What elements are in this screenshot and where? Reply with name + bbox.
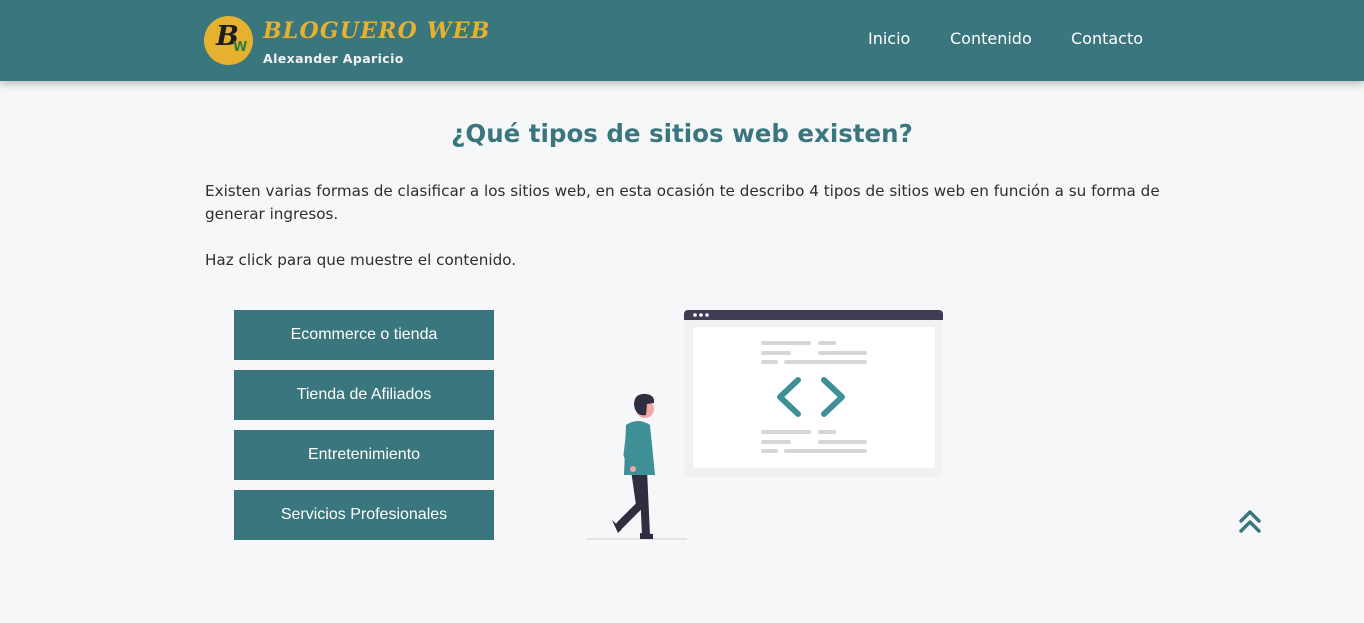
nav-link-inicio[interactable]: Inicio <box>868 29 910 48</box>
walking-person-icon <box>587 393 687 540</box>
browser-window-icon <box>684 310 943 477</box>
logo-sub-letter: W <box>233 40 248 55</box>
top-navbar: B W BLOGUERO WEB Alexander Aparicio Inic… <box>0 0 1364 81</box>
entertainment-button[interactable]: Entretenimiento <box>234 430 494 480</box>
nav-link-contacto[interactable]: Contacto <box>1071 29 1143 48</box>
logo-badge-icon: B W <box>204 16 253 65</box>
nav-link-contenido[interactable]: Contenido <box>950 29 1032 48</box>
page-title: ¿Qué tipos de sitios web existen? <box>451 119 913 148</box>
affiliate-store-button[interactable]: Tienda de Afiliados <box>234 370 494 420</box>
hint-text: Haz click para que muestre el contenido. <box>205 251 517 269</box>
scroll-to-top-button[interactable] <box>1236 507 1264 535</box>
double-chevron-up-icon <box>1239 510 1261 533</box>
ecommerce-button[interactable]: Ecommerce o tienda <box>234 310 494 360</box>
brand-subtitle: Alexander Aparicio <box>263 51 404 66</box>
web-code-illustration <box>587 310 943 540</box>
intro-paragraph: Existen varias formas de clasificar a lo… <box>205 182 1160 223</box>
brand-title: BLOGUERO WEB <box>263 18 491 44</box>
professional-services-button[interactable]: Servicios Profesionales <box>234 490 494 540</box>
